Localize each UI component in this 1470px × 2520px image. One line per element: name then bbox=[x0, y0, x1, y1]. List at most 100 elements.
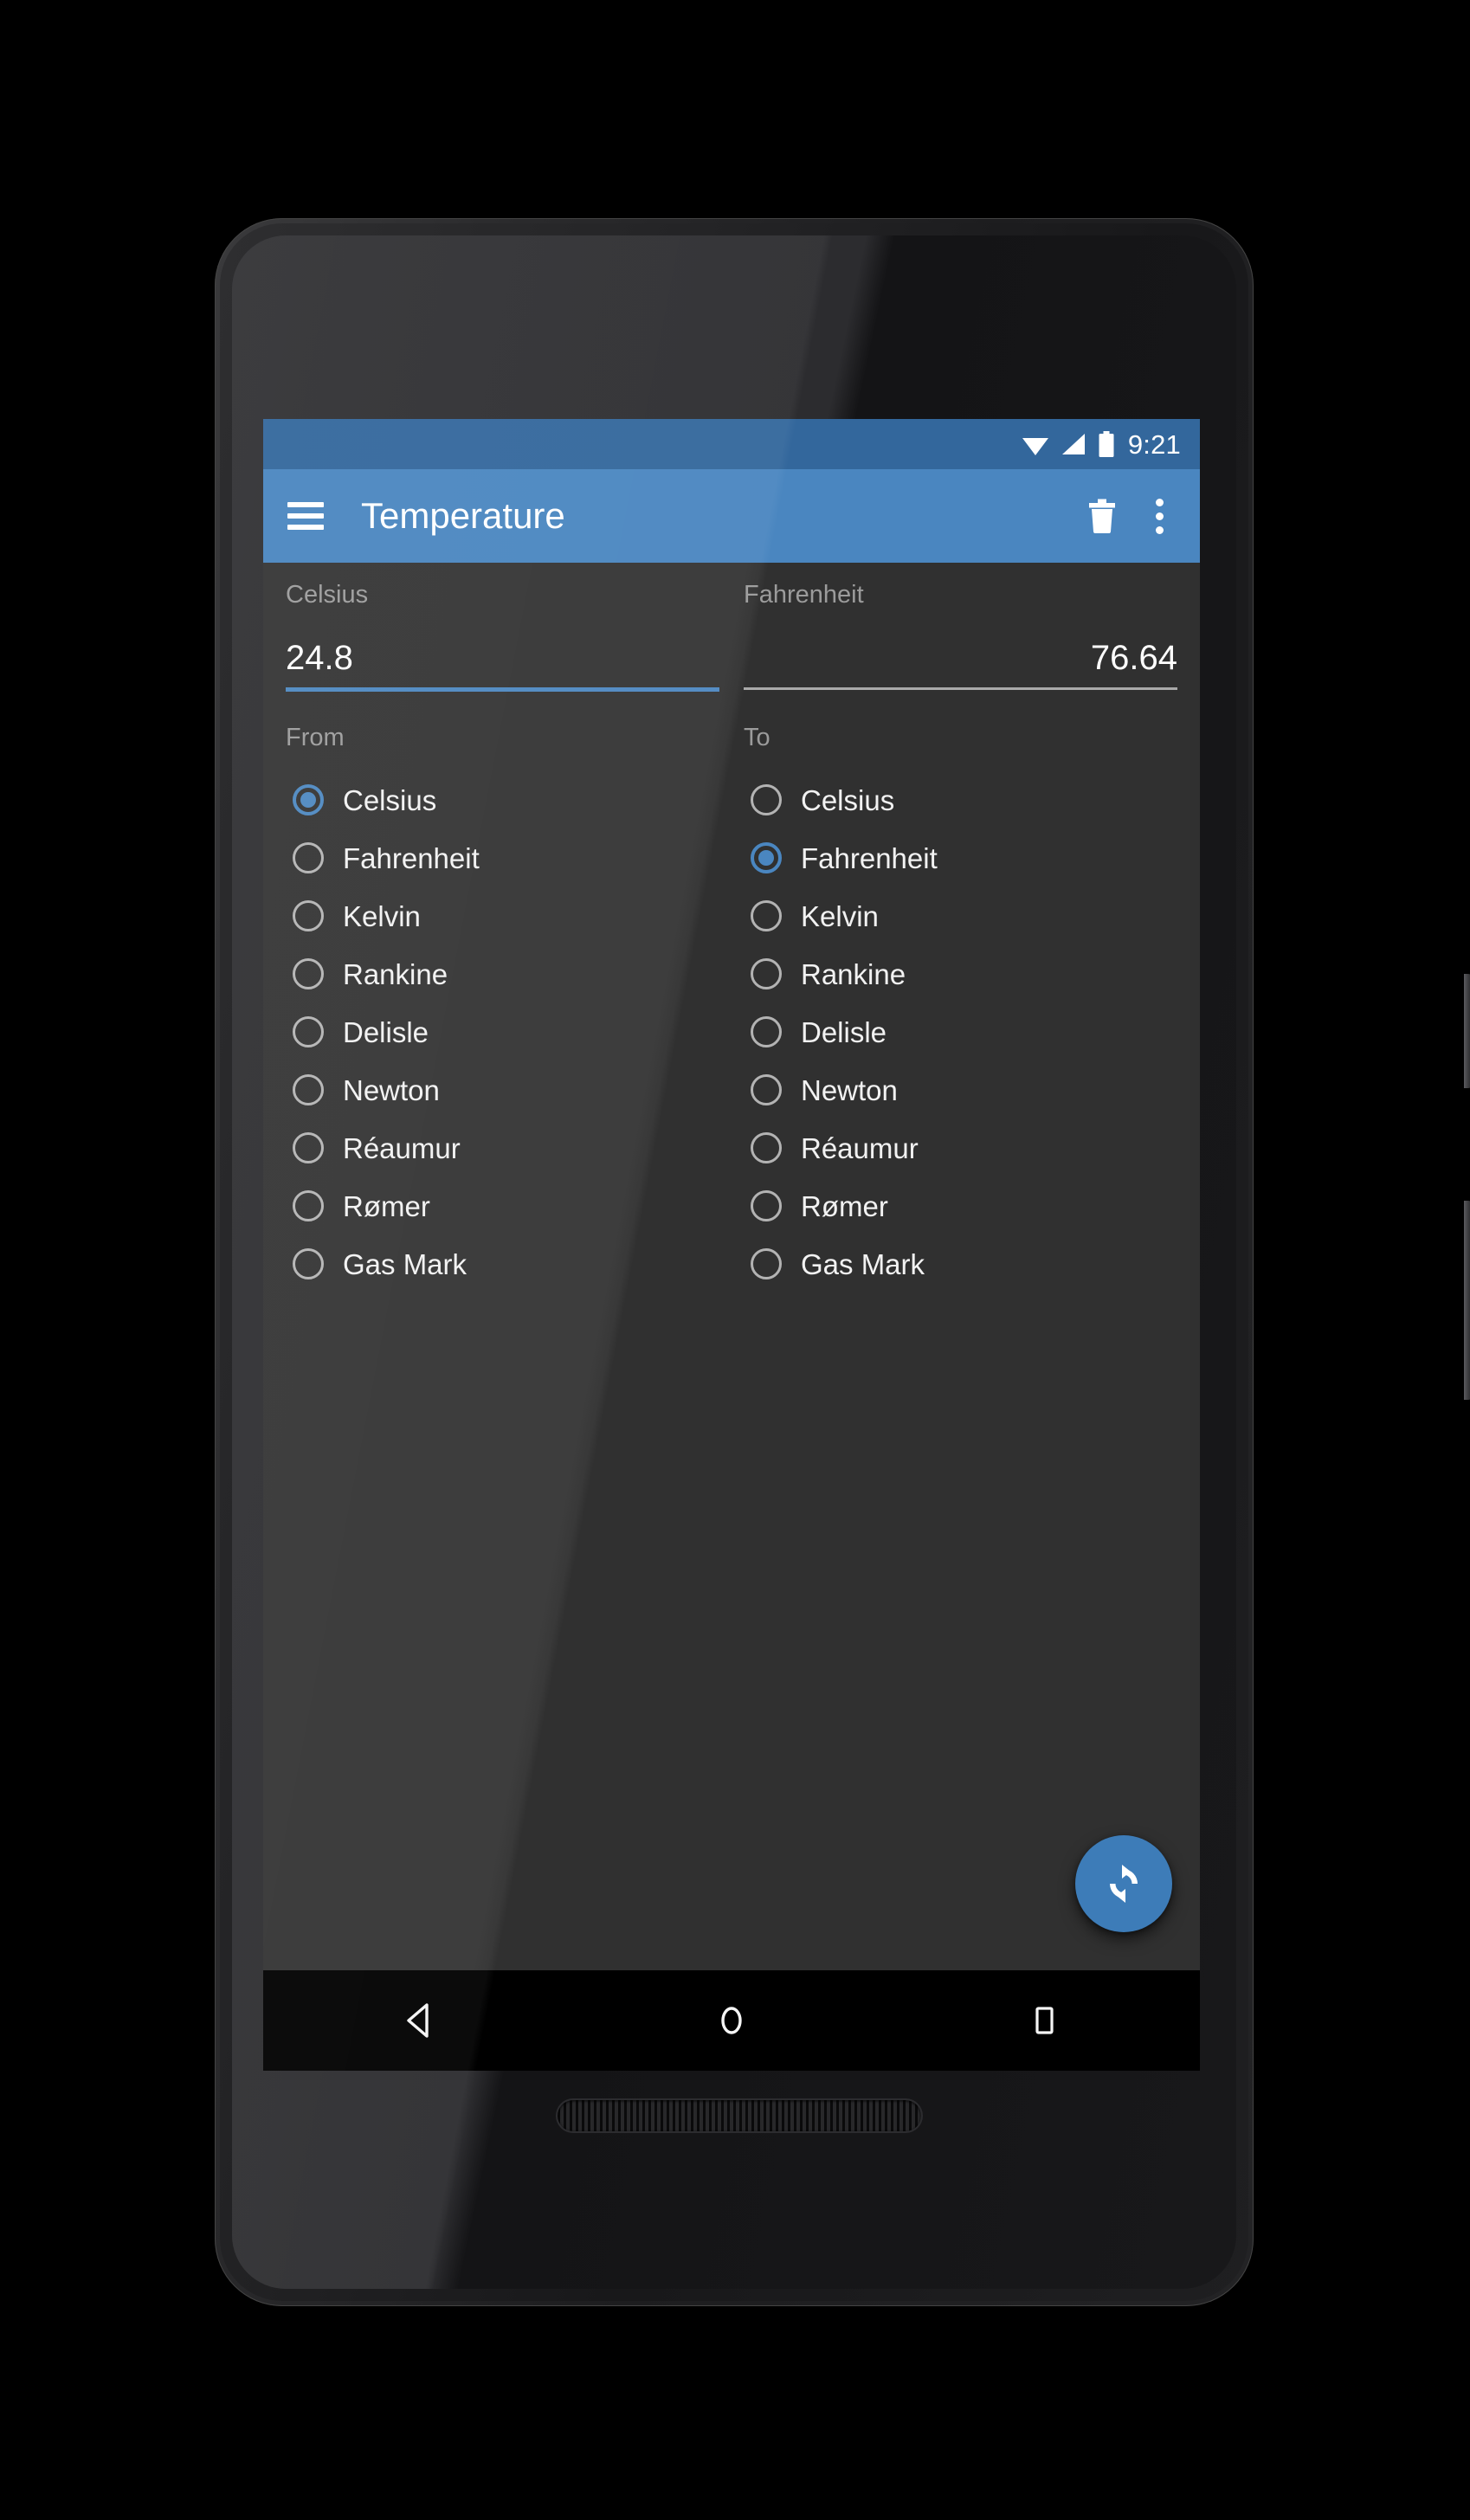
radio-button-icon[interactable] bbox=[751, 1248, 782, 1280]
refresh-swap-icon bbox=[1110, 1865, 1138, 1903]
radio-button-icon[interactable] bbox=[293, 1016, 324, 1048]
from-unit-option[interactable]: Fahrenheit bbox=[286, 829, 719, 887]
to-unit-option[interactable]: Kelvin bbox=[744, 887, 1177, 945]
radio-button-icon[interactable] bbox=[751, 842, 782, 874]
to-unit-option[interactable]: Rankine bbox=[744, 945, 1177, 1003]
from-unit-option[interactable]: Rankine bbox=[286, 945, 719, 1003]
radio-button-icon[interactable] bbox=[293, 784, 324, 816]
to-unit-label: Newton bbox=[801, 1073, 898, 1106]
radio-button-icon[interactable] bbox=[751, 1190, 782, 1222]
radio-button-icon[interactable] bbox=[751, 1074, 782, 1106]
page-title: Temperature bbox=[361, 495, 565, 536]
status-bar-clock: 9:21 bbox=[1127, 429, 1181, 460]
conversion-fields: Celsius 24.8 Fahrenheit 76.64 bbox=[263, 563, 1200, 692]
to-unit-option[interactable]: Gas Mark bbox=[744, 1235, 1177, 1293]
nav-home-button[interactable] bbox=[667, 1970, 796, 2071]
radio-button-icon[interactable] bbox=[293, 842, 324, 874]
hamburger-menu-icon[interactable] bbox=[287, 502, 324, 530]
from-unit-option[interactable]: Rømer bbox=[286, 1177, 719, 1235]
from-unit-label: Newton bbox=[343, 1073, 440, 1106]
from-unit-label: Gas Mark bbox=[343, 1247, 467, 1280]
from-unit-option[interactable]: Gas Mark bbox=[286, 1235, 719, 1293]
app-bar-actions bbox=[1087, 497, 1177, 535]
source-value-input[interactable]: 24.8 bbox=[286, 639, 719, 687]
converter-content: Celsius 24.8 Fahrenheit 76.64 From To Ce… bbox=[263, 563, 1200, 1970]
cell-signal-icon bbox=[1061, 434, 1085, 454]
overflow-dot bbox=[1155, 525, 1164, 534]
overflow-dot bbox=[1155, 512, 1164, 520]
radio-button-icon[interactable] bbox=[293, 1190, 324, 1222]
to-unit-option[interactable]: Réaumur bbox=[744, 1119, 1177, 1177]
to-unit-label: Delisle bbox=[801, 1015, 887, 1048]
battery-icon bbox=[1099, 431, 1114, 457]
source-unit-label: Celsius bbox=[286, 581, 369, 609]
target-value-output[interactable]: 76.64 bbox=[744, 639, 1177, 687]
to-unit-option[interactable]: Fahrenheit bbox=[744, 829, 1177, 887]
from-unit-option[interactable]: Delisle bbox=[286, 1003, 719, 1061]
radio-button-icon[interactable] bbox=[293, 1132, 324, 1164]
bottom-speaker-grille bbox=[558, 2100, 921, 2131]
android-navigation-bar bbox=[263, 1970, 1200, 2071]
to-unit-label: Gas Mark bbox=[801, 1247, 925, 1280]
to-unit-option[interactable]: Newton bbox=[744, 1061, 1177, 1119]
radio-button-icon[interactable] bbox=[293, 1074, 324, 1106]
from-heading-group: From bbox=[286, 723, 719, 752]
radio-button-icon[interactable] bbox=[293, 900, 324, 932]
app-bar: Temperature bbox=[263, 469, 1200, 563]
from-unit-label: Réaumur bbox=[343, 1131, 461, 1164]
phone-screen: 9:21 Temperature Celsius 24.8 Fahrenheit… bbox=[263, 419, 1200, 1970]
radio-button-icon[interactable] bbox=[751, 1132, 782, 1164]
to-unit-label: Fahrenheit bbox=[801, 841, 938, 874]
wifi-icon bbox=[1022, 438, 1048, 455]
overflow-dot bbox=[1155, 498, 1164, 506]
target-field-group: Fahrenheit 76.64 bbox=[744, 581, 1177, 692]
nav-back-button[interactable] bbox=[354, 1970, 484, 2071]
radio-button-icon[interactable] bbox=[751, 1016, 782, 1048]
from-unit-option[interactable]: Celsius bbox=[286, 771, 719, 829]
radio-button-icon[interactable] bbox=[293, 958, 324, 990]
to-unit-label: Rømer bbox=[801, 1189, 888, 1222]
volume-rocker-button[interactable] bbox=[1464, 1201, 1470, 1400]
trash-icon[interactable] bbox=[1087, 497, 1117, 535]
to-label: To bbox=[744, 723, 770, 751]
from-unit-option[interactable]: Réaumur bbox=[286, 1119, 719, 1177]
back-triangle-icon bbox=[407, 2003, 429, 2038]
to-unit-label: Rankine bbox=[801, 957, 906, 990]
to-unit-label: Celsius bbox=[801, 783, 895, 816]
radio-button-icon[interactable] bbox=[751, 958, 782, 990]
swap-units-button[interactable] bbox=[1075, 1835, 1172, 1932]
nav-recents-button[interactable] bbox=[979, 1970, 1109, 2071]
power-button[interactable] bbox=[1464, 974, 1470, 1088]
hamburger-line bbox=[287, 525, 324, 530]
unit-selection-lists: Celsius Fahrenheit Kelvin Rankine Delisle New… bbox=[263, 752, 1200, 1293]
target-field-underline bbox=[744, 686, 1177, 690]
to-unit-label: Kelvin bbox=[801, 899, 879, 932]
home-circle-icon bbox=[721, 2007, 742, 2034]
from-unit-label: Rømer bbox=[343, 1189, 430, 1222]
to-unit-label: Réaumur bbox=[801, 1131, 919, 1164]
to-unit-option[interactable]: Rømer bbox=[744, 1177, 1177, 1235]
column-headings: From To bbox=[263, 692, 1200, 752]
hamburger-line bbox=[287, 513, 324, 519]
source-field-underline bbox=[286, 686, 719, 692]
from-unit-label: Celsius bbox=[343, 783, 437, 816]
from-label: From bbox=[286, 723, 345, 751]
from-unit-list: Celsius Fahrenheit Kelvin Rankine Delisle New… bbox=[286, 752, 719, 1293]
to-unit-option[interactable]: Celsius bbox=[744, 771, 1177, 829]
radio-button-icon[interactable] bbox=[751, 900, 782, 932]
to-unit-option[interactable]: Delisle bbox=[744, 1003, 1177, 1061]
recents-square-icon bbox=[1035, 2007, 1054, 2034]
target-unit-label: Fahrenheit bbox=[744, 581, 864, 609]
status-bar: 9:21 bbox=[263, 419, 1200, 469]
to-heading-group: To bbox=[744, 723, 1177, 752]
radio-button-icon[interactable] bbox=[293, 1248, 324, 1280]
from-unit-option[interactable]: Kelvin bbox=[286, 887, 719, 945]
from-unit-label: Delisle bbox=[343, 1015, 429, 1048]
overflow-menu-icon[interactable] bbox=[1144, 497, 1174, 535]
source-field-group: Celsius 24.8 bbox=[286, 581, 719, 692]
from-unit-label: Rankine bbox=[343, 957, 448, 990]
from-unit-label: Fahrenheit bbox=[343, 841, 480, 874]
to-unit-list: Celsius Fahrenheit Kelvin Rankine Delisle New… bbox=[744, 752, 1177, 1293]
radio-button-icon[interactable] bbox=[751, 784, 782, 816]
from-unit-option[interactable]: Newton bbox=[286, 1061, 719, 1119]
